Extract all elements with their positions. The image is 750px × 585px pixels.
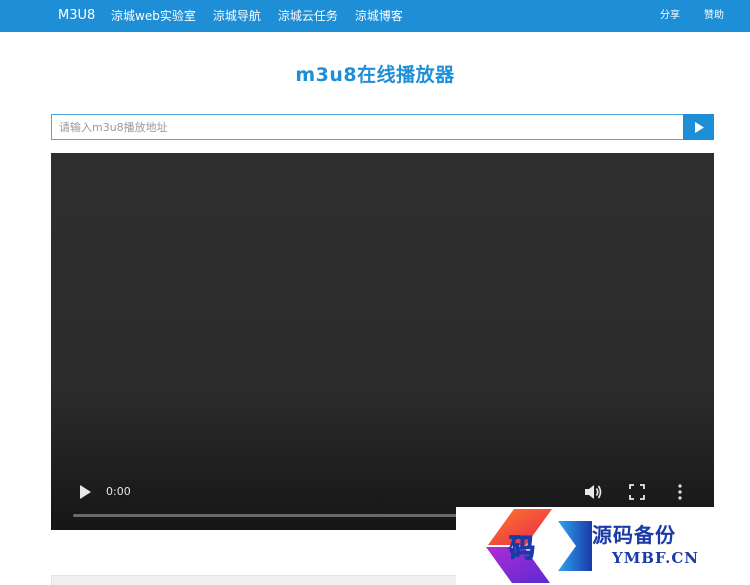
top-navbar: M3U8 涼城web实验室 涼城导航 涼城云任务 涼城博客 分享 赞助 — [0, 0, 750, 32]
nav-link-blog[interactable]: 涼城博客 — [355, 0, 403, 32]
nav-link-navigation[interactable]: 涼城导航 — [213, 0, 261, 32]
watermark-title: 源码备份 — [592, 523, 676, 547]
current-time: 0:00 — [106, 485, 131, 498]
nav-link-share[interactable]: 分享 — [660, 0, 680, 32]
watermark: 码 源码备份 YMBF.CN — [456, 507, 750, 585]
svg-text:码: 码 — [509, 534, 535, 564]
nav-link-sponsor[interactable]: 赞助 — [704, 0, 724, 32]
page-title: m3u8在线播放器 — [295, 64, 455, 86]
play-submit-button[interactable] — [683, 114, 714, 140]
play-icon — [694, 121, 704, 133]
volume-icon[interactable] — [584, 483, 602, 501]
nav-link-web-lab[interactable]: 涼城web实验室 — [111, 0, 196, 32]
m3u8-url-input[interactable] — [51, 114, 683, 140]
watermark-logo: 码 — [486, 509, 592, 583]
nav-right-links: 分享 赞助 — [636, 0, 724, 32]
video-player[interactable]: 0:00 — [51, 153, 714, 530]
url-input-row — [51, 114, 714, 140]
play-icon[interactable] — [77, 484, 93, 500]
more-vertical-icon[interactable] — [676, 483, 684, 501]
fullscreen-icon[interactable] — [629, 483, 645, 501]
brand-logo[interactable]: M3U8 — [58, 0, 95, 32]
nav-link-cloud-task[interactable]: 涼城云任务 — [278, 0, 338, 32]
nav-links: 涼城web实验室 涼城导航 涼城云任务 涼城博客 — [111, 0, 420, 32]
watermark-subtitle: YMBF.CN — [612, 549, 700, 567]
